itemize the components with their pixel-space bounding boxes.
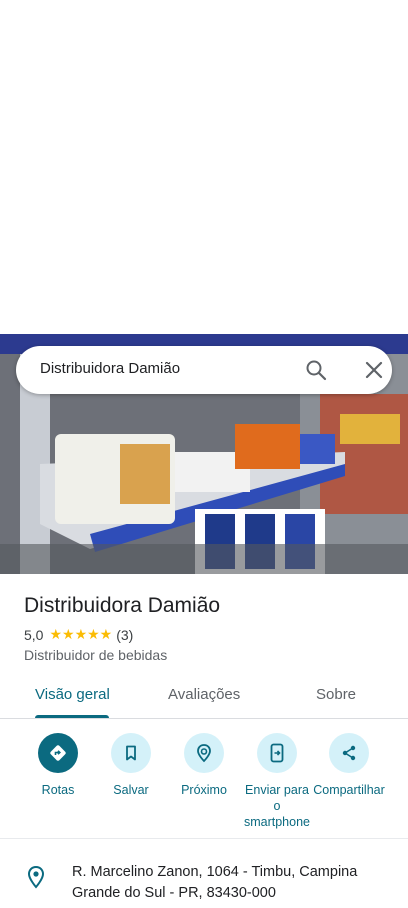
search-input[interactable]: Distribuidora Damião: [40, 360, 180, 377]
section-divider: [0, 838, 408, 839]
active-tab-indicator: [35, 715, 109, 718]
tab-bar: Visão geral Avaliações Sobre: [0, 676, 408, 719]
place-title: Distribuidora Damião: [24, 594, 221, 617]
rating-stars: ★★★★★: [49, 626, 113, 642]
search-bar[interactable]: Distribuidora Damião: [16, 346, 392, 394]
directions-label: Rotas: [41, 783, 75, 797]
tab-about[interactable]: Sobre: [316, 686, 356, 703]
save-label: Salvar: [113, 783, 149, 797]
close-icon[interactable]: [362, 358, 386, 382]
tab-reviews[interactable]: Avaliações: [168, 686, 240, 703]
search-icon[interactable]: [304, 358, 328, 382]
rating-row[interactable]: 5,0 ★★★★★ (3): [24, 626, 133, 643]
nearby-button[interactable]: Próximo: [167, 733, 241, 798]
send-to-phone-icon: [257, 733, 297, 773]
send-to-phone-button[interactable]: Enviar para o smartphone: [240, 733, 314, 830]
share-label: Compartilhar: [313, 783, 385, 797]
share-icon: [329, 733, 369, 773]
review-count[interactable]: (3): [116, 627, 133, 643]
share-button[interactable]: Compartilhar: [312, 733, 386, 798]
tab-overview[interactable]: Visão geral: [35, 686, 110, 703]
rating-value: 5,0: [24, 626, 44, 643]
place-category[interactable]: Distribuidor de bebidas: [24, 647, 167, 663]
bookmark-icon: [111, 733, 151, 773]
address-text[interactable]: R. Marcelino Zanon, 1064 - Timbu, Campin…: [72, 862, 382, 904]
directions-icon: [38, 733, 78, 773]
nearby-label: Próximo: [181, 783, 227, 797]
send-to-phone-label: Enviar para o smartphone: [243, 783, 310, 829]
directions-button[interactable]: Rotas: [21, 733, 95, 798]
save-button[interactable]: Salvar: [94, 733, 168, 798]
location-pin-icon: [26, 865, 46, 889]
nearby-icon: [184, 733, 224, 773]
